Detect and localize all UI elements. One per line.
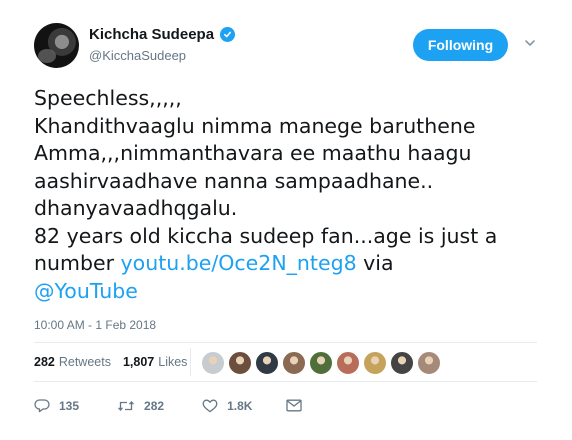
following-button[interactable]: Following xyxy=(413,29,508,61)
tweet-actions: 135 282 1.8K xyxy=(34,398,303,413)
liker-avatar[interactable] xyxy=(309,351,333,375)
tweet-line: 82 years old kiccha sudeep fan...age is … xyxy=(34,223,498,248)
youtube-mention[interactable]: @YouTube xyxy=(34,279,138,303)
liker-avatar[interactable] xyxy=(336,351,360,375)
user-handle[interactable]: @KicchaSudeep xyxy=(89,48,186,63)
divider xyxy=(34,381,537,382)
direct-message-button[interactable] xyxy=(286,399,303,412)
verified-badge-icon xyxy=(220,27,236,42)
user-avatar[interactable] xyxy=(34,23,79,68)
liker-avatar[interactable] xyxy=(282,351,306,375)
liker-avatar[interactable] xyxy=(417,351,441,375)
tweet-line: Amma,,,nimmanthavara ee maathu haagu xyxy=(34,141,472,165)
tweet-line: Khandithvaaglu nimma manege baruthene xyxy=(34,113,476,138)
tweet-card: Kichcha Sudeepa @KicchaSudeep Following … xyxy=(0,0,572,440)
retweets-stat[interactable]: 282 Retweets xyxy=(34,355,111,369)
tweet-line: dhanyavaadhqgalu. xyxy=(34,196,238,220)
liker-avatar[interactable] xyxy=(201,351,225,375)
chevron-down-icon[interactable] xyxy=(523,36,537,50)
heart-icon xyxy=(202,399,218,412)
user-name-row: Kichcha Sudeepa xyxy=(89,26,236,43)
retweets-count: 282 xyxy=(34,355,55,369)
likes-count: 1,807 xyxy=(122,355,155,369)
reply-icon xyxy=(34,399,50,413)
reply-count: 135 xyxy=(59,398,80,413)
tweet-line: number xyxy=(34,251,121,275)
likes-stat[interactable]: 1,807 Likes xyxy=(123,355,187,369)
stats-separator xyxy=(190,348,191,376)
likes-label: Likes xyxy=(158,355,188,369)
tweet-line: aashirvaadhave nanna sampaadhane.. xyxy=(34,168,434,193)
liker-avatar[interactable] xyxy=(390,351,414,375)
like-count: 1.8K xyxy=(227,398,253,413)
envelope-icon xyxy=(286,399,303,412)
likers-avatars xyxy=(201,351,441,375)
divider xyxy=(34,342,537,343)
liker-avatar[interactable] xyxy=(255,351,279,375)
retweet-icon xyxy=(118,400,135,411)
reply-button[interactable]: 135 xyxy=(34,398,79,413)
youtube-link[interactable]: youtu.be/Oce2N_nteg8 xyxy=(121,251,357,275)
liker-avatar[interactable] xyxy=(228,351,252,375)
retweet-button[interactable]: 282 xyxy=(117,399,164,413)
like-button[interactable]: 1.8K xyxy=(202,399,252,413)
liker-avatar[interactable] xyxy=(363,351,387,375)
user-display-name[interactable]: Kichcha Sudeepa xyxy=(89,26,214,43)
tweet-via: via xyxy=(356,251,394,275)
retweet-count: 282 xyxy=(144,398,165,413)
tweet-line: Speechless,,,,, xyxy=(34,86,182,110)
tweet-timestamp[interactable]: 10:00 AM - 1 Feb 2018 xyxy=(34,318,156,332)
engagement-stats: 282 Retweets 1,807 Likes xyxy=(34,352,199,372)
retweets-label: Retweets xyxy=(58,355,111,369)
tweet-text: Speechless,,,,, Khandithvaaglu nimma man… xyxy=(34,85,554,305)
